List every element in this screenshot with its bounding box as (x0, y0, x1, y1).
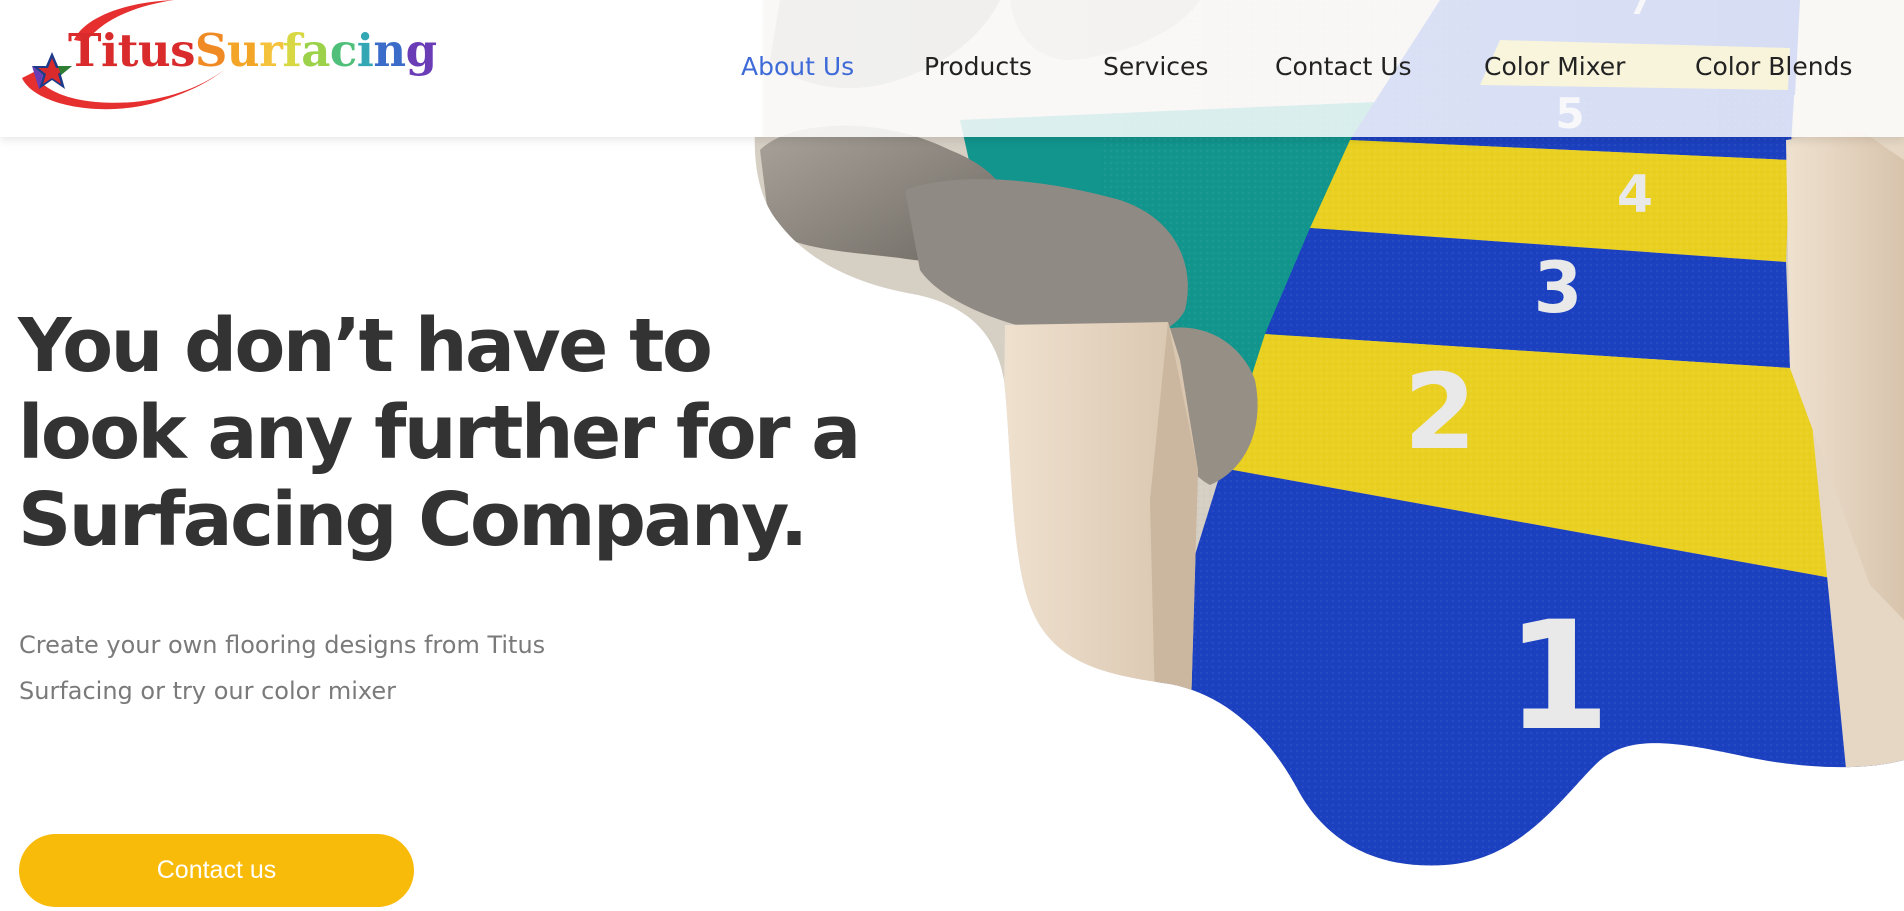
contact-us-button[interactable]: Contact us (19, 834, 414, 907)
hero-subtext-line: Create your own flooring designs from Ti… (19, 631, 546, 659)
hero-headline-line: look any further for a (18, 390, 861, 476)
svg-text:4: 4 (1617, 165, 1653, 225)
hero-subtext-line: Surfacing or try our color mixer (19, 677, 396, 705)
nav-item-contact-us[interactable]: Contact Us (1275, 50, 1412, 84)
nav-item-about-us[interactable]: About Us (741, 50, 854, 84)
hero-headline: You don’t have to look any further for a… (18, 303, 918, 564)
hero-subtext: Create your own flooring designs from Ti… (19, 622, 659, 714)
nav-item-color-blends[interactable]: Color Blends (1695, 50, 1852, 84)
nav-item-products[interactable]: Products (924, 50, 1032, 84)
nav-item-color-mixer[interactable]: Color Mixer (1484, 50, 1625, 84)
main-nav: About Us Products Services Contact Us Co… (0, 50, 1904, 90)
hero-headline-line: Surfacing Company. (18, 477, 808, 563)
site-header: Titus Surfacing About Us Products Servic… (0, 0, 1904, 137)
svg-text:1: 1 (1506, 590, 1610, 764)
hero-headline-line: You don’t have to (18, 303, 713, 389)
svg-text:3: 3 (1534, 247, 1583, 329)
nav-item-services[interactable]: Services (1103, 50, 1208, 84)
svg-text:2: 2 (1404, 351, 1476, 473)
